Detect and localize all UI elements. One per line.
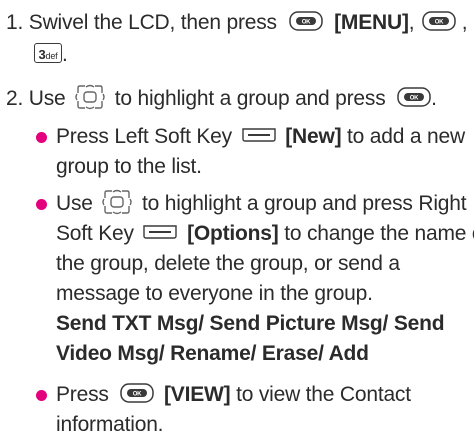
bullet-2 [36,199,47,210]
bullet-3 [36,390,47,401]
step-1-number: 1. [6,11,24,34]
manual-page: 1. Swivel the LCD, then press OK [MENU],… [0,0,474,448]
bullet-2-line-4: message to everyone in the group. [56,282,373,305]
comma: , [408,11,415,34]
bullet-3-line-2: information. [56,413,164,436]
step-2-use: Use [28,87,66,110]
number-3-key-icon: 3def [34,43,62,64]
svg-text:OK: OK [410,96,419,102]
step-2-middle: to highlight a group and press [114,87,386,110]
ok-key-icon: OK [120,383,155,404]
soft-key-right-icon [143,225,178,240]
svg-text:OK: OK [435,20,444,26]
ok-key-icon: OK [422,11,456,32]
step-2-line-1: 2. Use to highlight a group and press OK… [6,84,437,114]
navigation-key-icon [75,85,105,110]
ok-key-icon: OK [397,87,431,108]
comma-2: , [461,11,468,34]
step-1-text: Swivel the LCD, then press [28,11,277,34]
navigation-key-icon [102,190,133,215]
svg-text:OK: OK [133,392,142,398]
bullet-1-line-1: Press Left Soft Key [New] to add a new [56,125,465,148]
bullet-1-line-2: group to the list. [56,155,202,178]
soft-key-left-icon [241,128,276,143]
bullet-1 [36,132,47,143]
svg-text:OK: OK [301,20,310,26]
ok-key-icon: OK [288,11,323,32]
bullet-2-line-6: Video Msg/ Rename/ Erase/ Add [56,342,369,365]
bullet-3-line-1: Press OK [VIEW] to view the Contact [56,383,411,406]
bullet-2-line-1: Use to highlight a group and press Right [56,189,467,219]
bullet-2-line-2: Soft Key [Options] to change the name of [56,222,474,245]
step-1-line-1: 1. Swivel the LCD, then press OK [MENU],… [6,8,468,38]
period-2: . [431,87,437,110]
step-1-line-2: 3def . [34,40,68,70]
bullet-2-line-3: the group, delete the group, or send a [56,252,400,275]
bullet-2-line-5: Send TXT Msg/ Send Picture Msg/ Send [56,312,445,335]
step-2-number: 2. [6,87,24,110]
period: . [62,43,68,66]
menu-label: [MENU] [334,11,409,34]
